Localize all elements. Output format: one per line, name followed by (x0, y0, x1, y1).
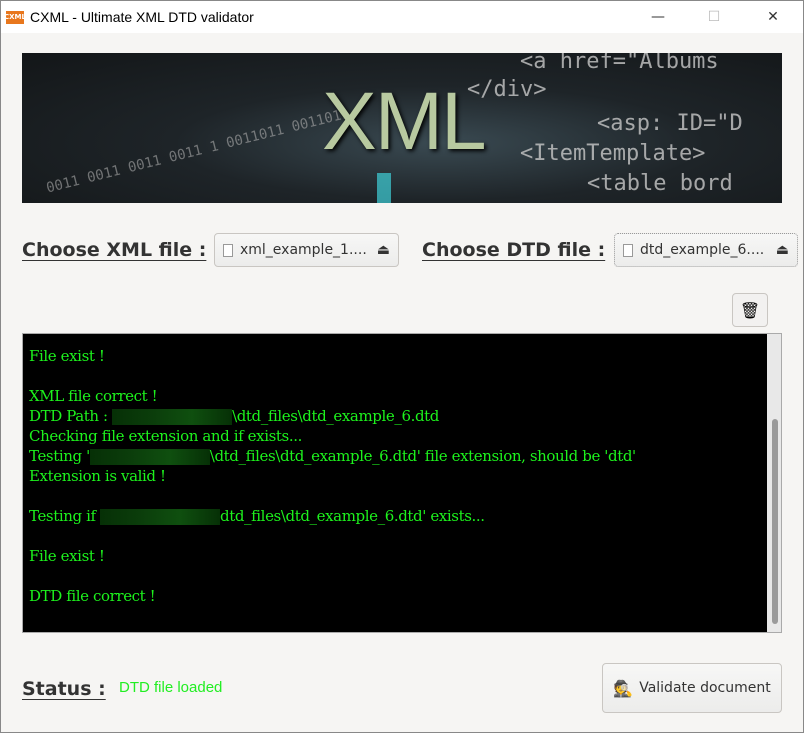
line-prefix: DTD Path : (29, 407, 113, 425)
validate-document-button[interactable]: 🕵 Validate document (602, 663, 782, 713)
close-button[interactable]: ✕ (750, 1, 796, 33)
redacted-path (112, 409, 233, 425)
minimize-button[interactable]: — (635, 1, 681, 33)
console-line: DTD Path : \dtd_files\dtd_example_6.dtd (29, 406, 775, 426)
line-text: Extension is valid ! (29, 467, 166, 485)
console-line: File exist ! (29, 546, 775, 566)
console-line: File exist ! (29, 346, 775, 366)
line-text: File exist ! (29, 547, 105, 565)
file-icon (623, 243, 633, 257)
banner-code: <a href="Albums (520, 53, 719, 74)
line-text: Checking file extension and if exists... (29, 427, 302, 445)
redacted-path (89, 449, 210, 465)
banner-binary: 0011 0011 0011 0011 1 0011011 0011011 (44, 105, 352, 197)
console-line: Extension is valid ! (29, 466, 775, 486)
status-value: DTD file loaded (119, 679, 223, 696)
spy-icon: 🕵 (613, 678, 634, 698)
xml-file-name: xml_example_1.... (239, 242, 367, 258)
line-text: XML file correct ! (29, 387, 158, 405)
line-text: File exist ! (29, 347, 105, 365)
status-label: Status : (22, 678, 106, 700)
choose-xml-button[interactable]: xml_example_1.... ⏏ (214, 233, 399, 267)
line-text: \dtd_files\dtd_example_6.dtd (232, 407, 439, 425)
folder-open-icon: ⏏ (376, 242, 390, 258)
maximize-button[interactable]: ☐ (691, 1, 737, 33)
console-line: Testing if dtd_files\dtd_example_6.dtd' … (29, 506, 775, 526)
banner-code: <table bord (587, 171, 733, 196)
line-text: dtd_files\dtd_example_6.dtd' exists... (220, 507, 485, 525)
console-line: XML file correct ! (29, 386, 775, 406)
folder-open-icon: ⏏ (775, 242, 789, 258)
choose-dtd-label: Choose DTD file : (422, 239, 606, 261)
banner-xml-text: XML (322, 76, 487, 167)
app-icon: CXML (4, 10, 26, 24)
title-bar: CXML CXML - Ultimate XML DTD validator —… (1, 1, 803, 33)
validate-label: Validate document (639, 680, 771, 696)
banner-light (377, 173, 391, 203)
banner-code: <asp: ID="D (597, 111, 743, 136)
choose-dtd-button[interactable]: dtd_example_6.... ⏏ (614, 233, 798, 267)
line-prefix: Testing ' (29, 447, 90, 465)
redacted-path (100, 509, 220, 525)
window-title: CXML - Ultimate XML DTD validator (30, 9, 254, 25)
line-prefix: Testing if (29, 507, 100, 525)
scrollbar[interactable] (767, 334, 781, 632)
line-text: DTD file correct ! (29, 587, 156, 605)
console-line: DTD file correct ! (29, 586, 775, 606)
dtd-file-name: dtd_example_6.... (640, 242, 765, 258)
console-line: Testing ' \dtd_files\dtd_example_6.dtd' f… (29, 446, 775, 466)
scrollbar-thumb[interactable] (772, 419, 778, 624)
line-text: \dtd_files\dtd_example_6.dtd' file exten… (209, 447, 636, 465)
xml-banner-image: 0011 0011 0011 0011 1 0011011 0011011 <a… (22, 53, 782, 203)
trash-icon: 🗑 (739, 300, 761, 320)
file-icon (223, 243, 233, 257)
console-output[interactable]: File exist ! XML file correct ! DTD Path :… (22, 333, 782, 633)
console-line: Checking file extension and if exists... (29, 426, 775, 446)
choose-xml-label: Choose XML file : (22, 239, 207, 261)
banner-code: <ItemTemplate> (520, 141, 706, 166)
clear-console-button[interactable]: 🗑 (732, 293, 768, 327)
